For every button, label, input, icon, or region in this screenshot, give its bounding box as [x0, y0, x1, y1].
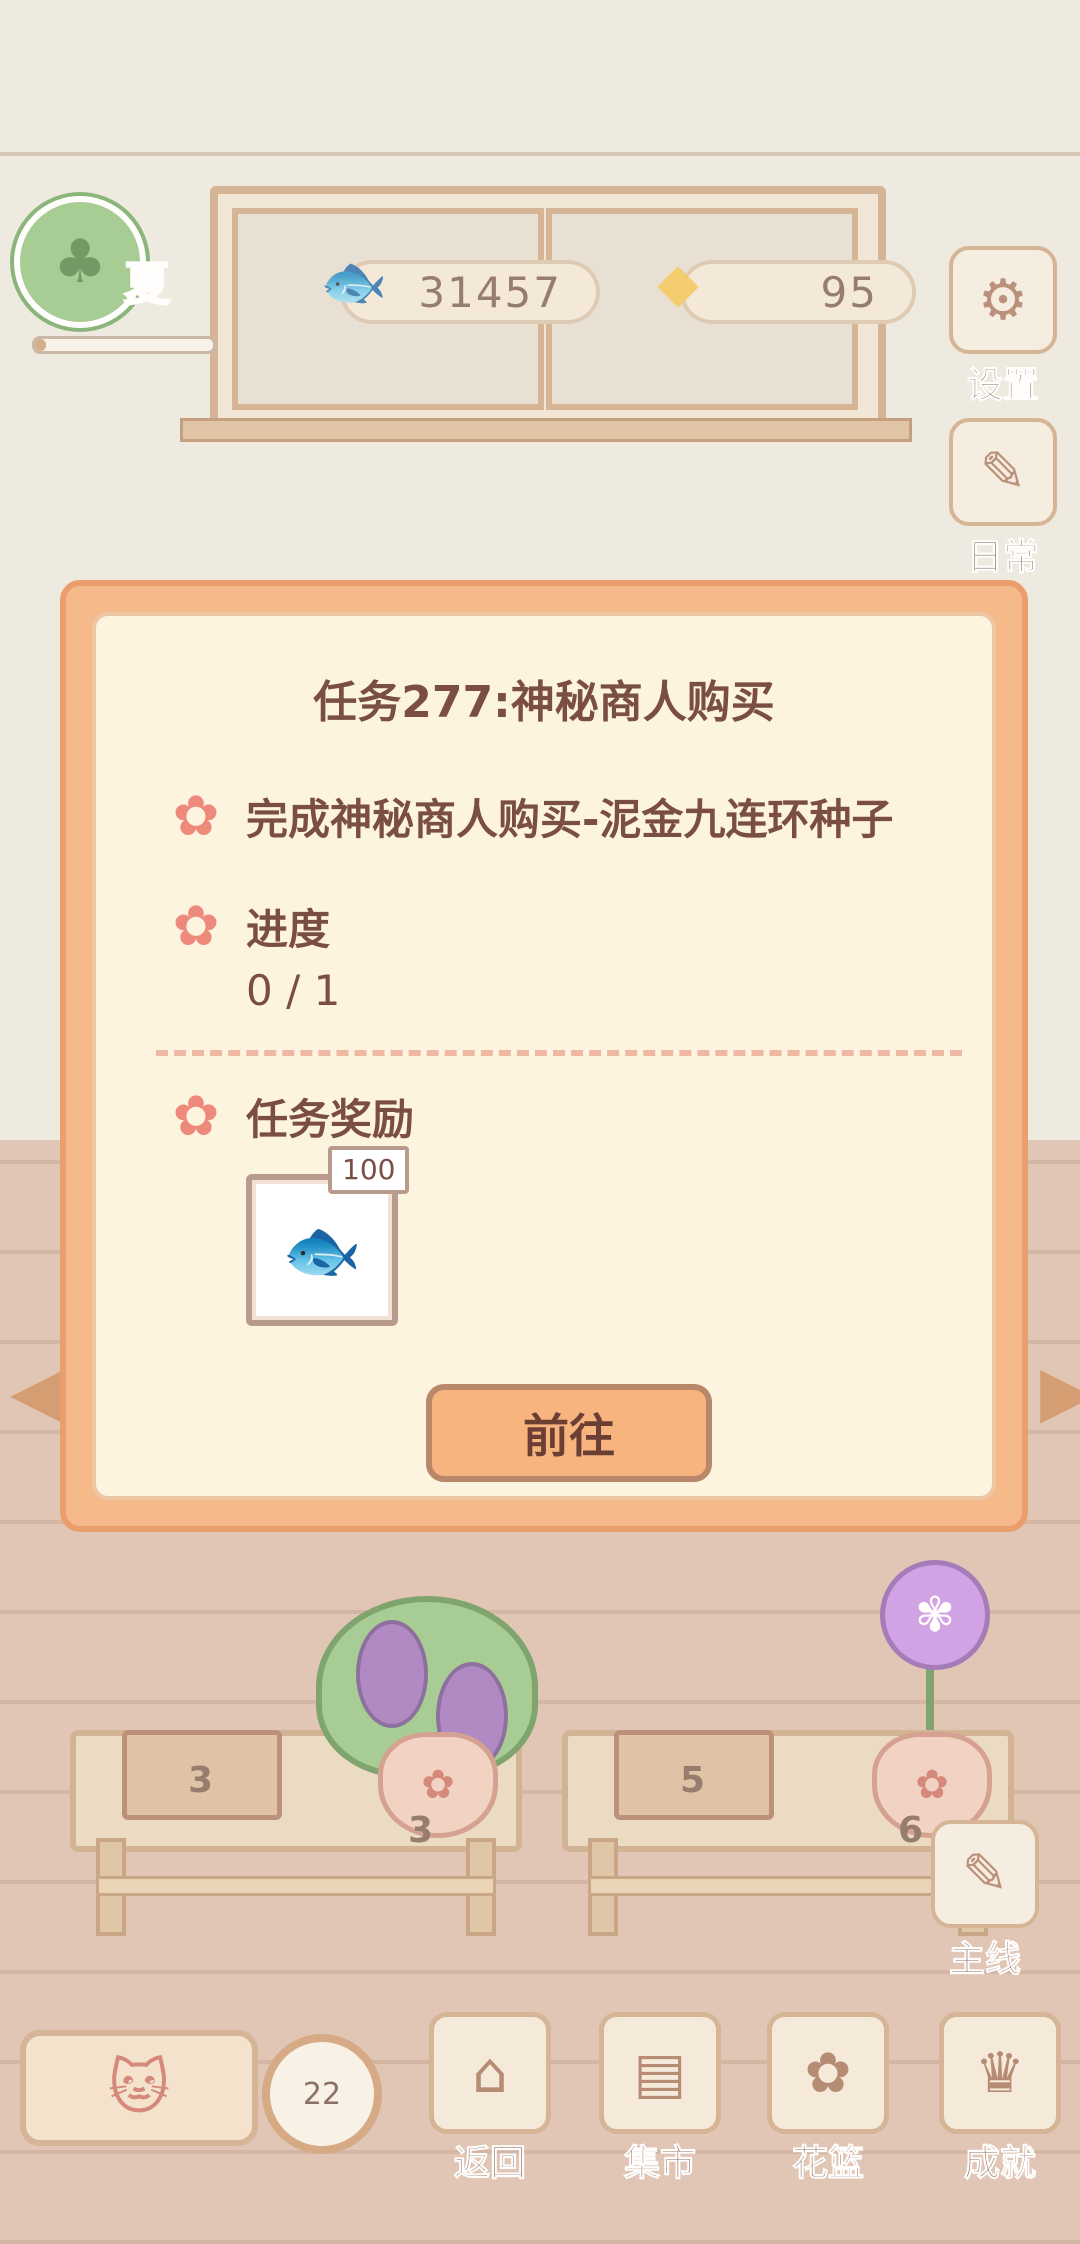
task-description: 完成神秘商人购买-泥金九连环种子 — [246, 795, 894, 844]
progress-row: ✿ 进度 — [166, 896, 330, 957]
dashed-divider — [156, 1050, 962, 1056]
fish-bone-icon: 🐟 — [282, 1213, 362, 1288]
goto-button[interactable]: 前往 — [426, 1384, 712, 1482]
reward-label: 任务奖励 — [246, 1095, 415, 1144]
task-row: ✿ 完成神秘商人购买-泥金九连环种子 — [166, 783, 894, 849]
quest-dialog: 任务277:神秘商人购买 ✿ 完成神秘商人购买-泥金九连环种子 ✿ 进度 0 /… — [60, 580, 1028, 1532]
reward-item-slot[interactable]: 🐟 — [246, 1174, 398, 1326]
reward-row: ✿ 任务奖励 — [166, 1086, 414, 1147]
quest-title: 任务277:神秘商人购买 — [313, 677, 775, 728]
flower-bullet-icon: ✿ — [172, 783, 220, 849]
flower-bullet-icon: ✿ — [172, 1083, 220, 1149]
flower-bullet-icon: ✿ — [172, 893, 220, 959]
reward-quantity: 100 — [328, 1146, 410, 1194]
quest-dialog-body: 任务277:神秘商人购买 ✿ 完成神秘商人购买-泥金九连环种子 ✿ 进度 0 /… — [92, 612, 996, 1500]
progress-label: 进度 — [246, 905, 331, 954]
progress-value: 0 / 1 — [246, 966, 341, 1015]
